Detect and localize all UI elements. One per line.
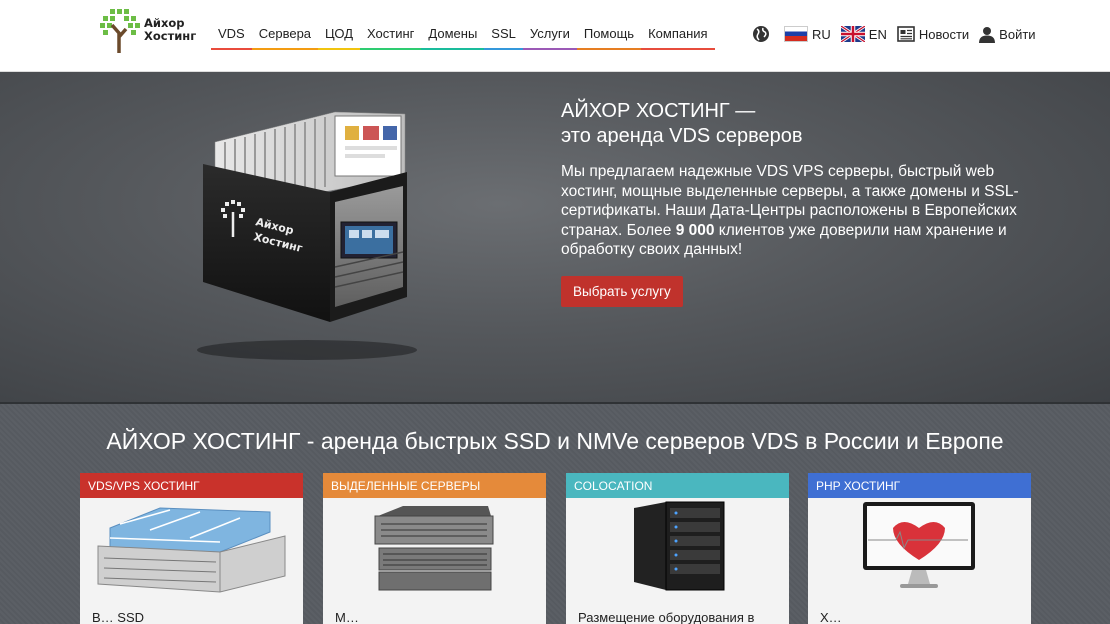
nav-item[interactable]: Компания xyxy=(641,20,715,50)
card-title: Выделенные серверы xyxy=(323,473,546,498)
lang-ru-label: RU xyxy=(812,26,831,42)
nav-item[interactable]: Помощь xyxy=(576,20,642,50)
main-nav: VDS Сервера ЦОД Хостинг Домены SSL Услуги Помощ… xyxy=(211,20,715,50)
utility-nav: RU EN Новости Войти xyxy=(752,22,1046,46)
php-hosting-monitor-image xyxy=(863,502,975,588)
hero-text: АЙХОР ХОСТИНГ — это аренда VDS серверов … xyxy=(561,99,1031,307)
news-link[interactable]: Новости xyxy=(897,26,969,42)
nav-item[interactable]: Сервера xyxy=(251,20,319,50)
card-text: М… xyxy=(335,610,359,624)
nav-item[interactable]: Услуги xyxy=(522,20,577,50)
globe-icon[interactable] xyxy=(752,25,774,43)
dedicated-server-image xyxy=(374,506,494,591)
newspaper-icon xyxy=(897,26,915,42)
nav-item[interactable]: Домены xyxy=(421,20,485,50)
server-rack-illustration: Айхор Хостинг xyxy=(197,111,417,360)
card-php[interactable]: PHP хостинг Х… xyxy=(808,473,1031,624)
card-title: VDS/VPS хостинг xyxy=(80,473,303,498)
hero-section: Айхор Хостинг АЙХОР ХОСТИНГ — это аренда… xyxy=(0,72,1110,404)
vds-server-image xyxy=(97,507,286,593)
card-colocation[interactable]: Colocation Размещение оборудования в xyxy=(566,473,789,624)
nav-item[interactable]: Хостинг xyxy=(360,20,422,50)
user-icon xyxy=(979,26,996,43)
card-text: Размещение оборудования в xyxy=(578,610,755,624)
logo-text: Айхор Хостинг xyxy=(144,16,197,43)
hero-title: АЙХОР ХОСТИНГ — это аренда VDS серверов xyxy=(561,100,803,147)
nav-item[interactable]: VDS xyxy=(211,20,252,50)
colocation-rack-image xyxy=(634,501,725,591)
uk-flag-icon xyxy=(840,26,865,42)
lang-en[interactable]: EN xyxy=(840,26,887,42)
card-title: Colocation xyxy=(566,473,789,498)
card-dedicated[interactable]: Выделенные серверы М… xyxy=(323,473,546,624)
news-label: Новости xyxy=(918,26,970,42)
section-title: АЙХОР ХОСТИНГ - аренда быстрых SSD и NMV… xyxy=(106,428,1004,454)
nav-item[interactable]: SSL xyxy=(484,20,523,50)
card-vds[interactable]: VDS/VPS хостинг В… SSD xyxy=(80,473,303,624)
login-label: Войти xyxy=(999,26,1036,42)
logo[interactable]: Айхор Хостинг xyxy=(98,6,198,54)
tree-logo-icon xyxy=(100,9,140,53)
card-title: PHP хостинг xyxy=(808,473,1031,498)
russia-flag-icon xyxy=(784,26,808,42)
hero-description: Мы предлагаем надежные VDS VPS серверы, … xyxy=(561,163,1019,259)
site-header: Айхор Хостинг VDS Сервера ЦОД Хостинг Домены… xyxy=(0,0,1110,72)
lang-ru[interactable]: RU xyxy=(784,26,831,42)
card-text: В… SSD xyxy=(92,610,145,624)
card-text: Х… xyxy=(820,610,842,624)
nav-item[interactable]: ЦОД xyxy=(318,20,361,50)
lang-en-label: EN xyxy=(868,26,887,42)
choose-service-button[interactable]: Выбрать услугу xyxy=(561,275,683,307)
services-section: АЙХОР ХОСТИНГ - аренда быстрых SSD и NMV… xyxy=(0,404,1110,624)
login-link[interactable]: Войти xyxy=(979,26,1036,43)
clients-count: 9 000 xyxy=(675,221,715,239)
